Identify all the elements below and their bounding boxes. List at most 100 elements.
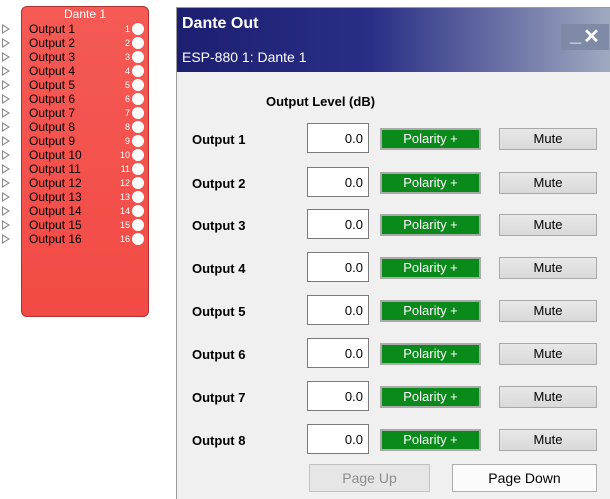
mute-button[interactable]: Mute	[499, 300, 597, 322]
input-pin-icon[interactable]	[2, 150, 10, 160]
output-node-icon[interactable]	[132, 37, 144, 49]
block-output-number: 5	[124, 80, 130, 90]
block-output-number: 3	[124, 52, 130, 62]
channel-row: Output 7 Polarity + Mute	[177, 379, 610, 413]
minimize-icon[interactable]: _	[570, 25, 581, 45]
block-output-number: 11	[120, 164, 130, 174]
polarity-button[interactable]: Polarity +	[380, 343, 481, 365]
polarity-button[interactable]: Polarity +	[380, 429, 481, 451]
mute-button[interactable]: Mute	[499, 429, 597, 451]
mute-button[interactable]: Mute	[499, 172, 597, 194]
channel-label: Output 4	[192, 261, 246, 276]
output-level-input[interactable]	[307, 381, 369, 411]
output-level-input[interactable]	[307, 123, 369, 153]
block-output-row: Output 11 11	[1, 162, 150, 176]
block-output-row: Output 3 3	[1, 50, 150, 64]
block-output-number: 13	[119, 192, 130, 202]
output-node-icon[interactable]	[132, 191, 144, 203]
polarity-button[interactable]: Polarity +	[380, 172, 481, 194]
input-pin-icon[interactable]	[2, 94, 10, 104]
channel-label: Output 7	[192, 390, 246, 405]
output-node-icon[interactable]	[132, 121, 144, 133]
mute-button[interactable]: Mute	[499, 343, 597, 365]
output-node-icon[interactable]	[132, 205, 144, 217]
block-output-row: Output 9 9	[1, 134, 150, 148]
output-node-icon[interactable]	[132, 79, 144, 91]
input-pin-icon[interactable]	[2, 164, 10, 174]
input-pin-icon[interactable]	[2, 66, 10, 76]
input-pin-icon[interactable]	[2, 206, 10, 216]
channel-label: Output 8	[192, 433, 246, 448]
block-output-label: Output 10	[29, 148, 82, 162]
output-node-icon[interactable]	[132, 233, 144, 245]
output-level-input[interactable]	[307, 424, 369, 454]
channel-row: Output 5 Polarity + Mute	[177, 293, 610, 327]
block-output-row: Output 7 7	[1, 106, 150, 120]
input-pin-icon[interactable]	[2, 24, 10, 34]
block-output-row: Output 14 14	[1, 204, 150, 218]
block-output-label: Output 3	[29, 50, 76, 64]
dialog-title: Dante Out	[182, 15, 259, 32]
block-output-label: Output 5	[29, 78, 76, 92]
polarity-button[interactable]: Polarity +	[380, 257, 481, 279]
output-level-input[interactable]	[307, 295, 369, 325]
block-title: Dante 1	[63, 7, 107, 21]
block-output-label: Output 12	[29, 176, 82, 190]
polarity-button[interactable]: Polarity +	[380, 128, 481, 150]
block-output-label: Output 9	[29, 134, 76, 148]
polarity-button[interactable]: Polarity +	[380, 300, 481, 322]
input-pin-icon[interactable]	[2, 234, 10, 244]
polarity-button[interactable]: Polarity +	[380, 214, 481, 236]
dialog-titlebar[interactable]: Dante Out ESP-880 1: Dante 1 _ ✕	[177, 8, 610, 72]
input-pin-icon[interactable]	[2, 178, 10, 188]
input-pin-icon[interactable]	[2, 220, 10, 230]
input-pin-icon[interactable]	[2, 38, 10, 48]
output-level-input[interactable]	[307, 209, 369, 239]
block-output-label: Output 6	[29, 92, 76, 106]
close-icon[interactable]: ✕	[583, 27, 600, 47]
block-output-number: 16	[119, 234, 130, 244]
output-node-icon[interactable]	[132, 135, 144, 147]
input-pin-icon[interactable]	[2, 192, 10, 202]
input-pin-icon[interactable]	[2, 108, 10, 118]
output-node-icon[interactable]	[132, 23, 144, 35]
dialog-subtitle: ESP-880 1: Dante 1	[182, 49, 307, 65]
block-output-row: Output 12 12	[1, 176, 150, 190]
output-node-icon[interactable]	[132, 163, 144, 175]
block-output-label: Output 14	[29, 204, 82, 218]
output-node-icon[interactable]	[132, 177, 144, 189]
input-pin-icon[interactable]	[2, 136, 10, 146]
block-output-row: Output 5 5	[1, 78, 150, 92]
channel-label: Output 5	[192, 304, 246, 319]
input-pin-icon[interactable]	[2, 80, 10, 90]
output-node-icon[interactable]	[132, 51, 144, 63]
output-level-input[interactable]	[307, 252, 369, 282]
output-node-icon[interactable]	[132, 93, 144, 105]
block-output-label: Output 15	[29, 218, 82, 232]
block-output-label: Output 4	[29, 64, 76, 78]
dante-block[interactable]: Dante 1 Output 1 1 Output 2 2 Output 3 3…	[2, 6, 149, 317]
polarity-button[interactable]: Polarity +	[380, 386, 481, 408]
page-down-button[interactable]: Page Down	[452, 464, 597, 492]
mute-button[interactable]: Mute	[499, 386, 597, 408]
mute-button[interactable]: Mute	[499, 128, 597, 150]
channel-row: Output 8 Polarity + Mute	[177, 422, 610, 456]
block-output-label: Output 8	[29, 120, 76, 134]
mute-button[interactable]: Mute	[499, 214, 597, 236]
output-node-icon[interactable]	[132, 219, 144, 231]
page-up-button[interactable]: Page Up	[309, 464, 430, 492]
channel-row: Output 6 Polarity + Mute	[177, 336, 610, 370]
output-level-input[interactable]	[307, 338, 369, 368]
output-node-icon[interactable]	[132, 149, 144, 161]
input-pin-icon[interactable]	[2, 122, 10, 132]
mute-button[interactable]: Mute	[499, 257, 597, 279]
block-output-number: 6	[124, 94, 130, 104]
output-level-header: Output Level (dB)	[266, 94, 376, 109]
output-level-input[interactable]	[307, 167, 369, 197]
input-pin-icon[interactable]	[2, 52, 10, 62]
output-node-icon[interactable]	[132, 107, 144, 119]
output-node-icon[interactable]	[132, 65, 144, 77]
block-output-row: Output 1 1	[1, 22, 150, 36]
block-output-number: 14	[119, 206, 130, 216]
block-output-row: Output 8 8	[1, 120, 150, 134]
